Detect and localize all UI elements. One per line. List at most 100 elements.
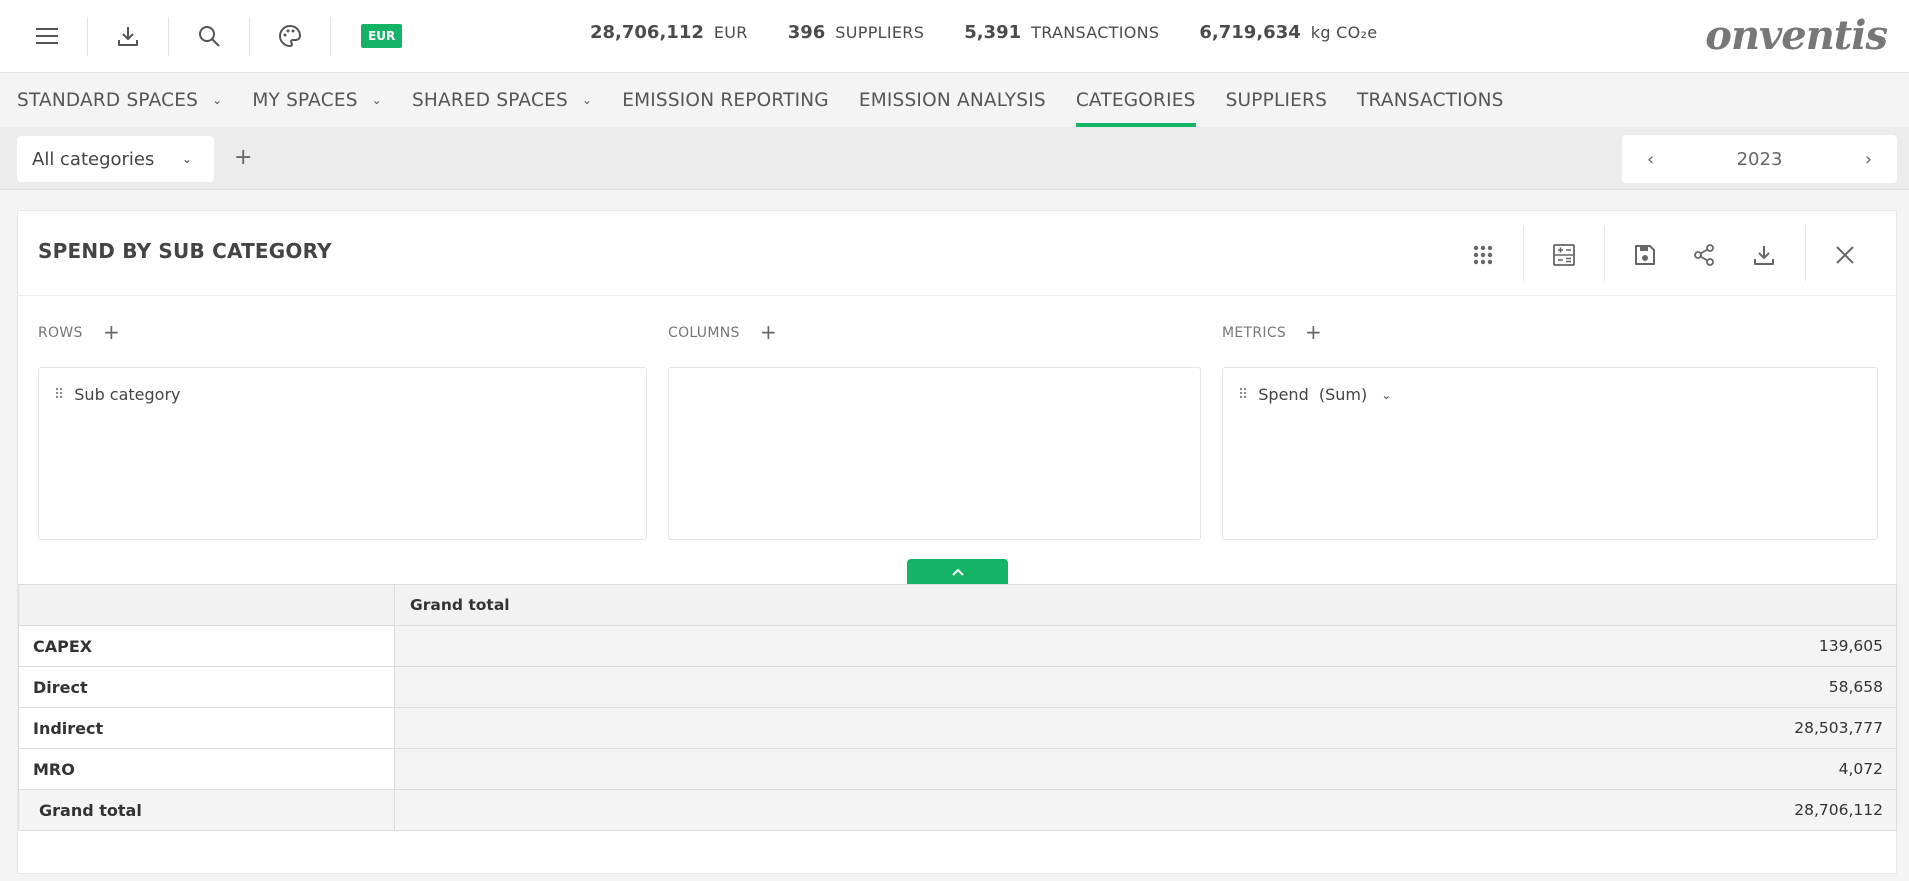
column-header-grand-total: Grand total [394, 584, 1897, 626]
divider [87, 17, 88, 56]
add-category-button[interactable]: + [234, 145, 252, 170]
stat-unit: TRANSACTIONS [1031, 23, 1160, 42]
nav-transactions[interactable]: TRANSACTIONS [1357, 73, 1504, 127]
grid-dots-icon[interactable] [1465, 237, 1501, 273]
chevron-down-icon: ⌄ [212, 93, 223, 107]
metrics-dropzone[interactable]: ⠿ Spend (Sum) ⌄ [1222, 367, 1878, 540]
table-row: Indirect 28,503,777 [18, 707, 1897, 749]
row-field-chip[interactable]: ⠿ Sub category [54, 385, 181, 404]
nav-suppliers[interactable]: SUPPLIERS [1226, 73, 1327, 127]
share-icon[interactable] [1686, 237, 1722, 273]
chevron-down-icon[interactable]: ⌄ [1381, 388, 1391, 402]
row-value: 139,605 [394, 625, 1897, 667]
pivot-panel: SPEND BY SUB CATEGORY ROWS + ⠿ Sub categ… [17, 210, 1897, 874]
row-label[interactable]: Direct [18, 666, 395, 708]
year-selector: ‹ 2023 › [1622, 135, 1897, 183]
stat-unit: kg CO₂e [1310, 23, 1378, 42]
nav-emission-analysis[interactable]: EMISSION ANALYSIS [859, 73, 1046, 127]
chevron-down-icon: ⌄ [581, 93, 593, 107]
divider [1604, 225, 1605, 281]
drag-handle-icon[interactable]: ⠿ [54, 387, 64, 403]
grand-total-value: 28,706,112 [394, 789, 1897, 831]
nav-label: SUPPLIERS [1225, 89, 1328, 111]
download-icon[interactable] [108, 16, 148, 56]
nav-standard-spaces[interactable]: STANDARD SPACES ⌄ [17, 73, 222, 127]
onventis-logo: onventis [1705, 12, 1888, 59]
grand-total-label: Grand total [18, 789, 395, 831]
chevron-down-icon: ⌄ [371, 93, 382, 107]
category-select[interactable]: All categories ⌄ [17, 136, 214, 182]
nav-emission-reporting[interactable]: EMISSION REPORTING [622, 73, 829, 127]
row-label[interactable]: CAPEX [18, 625, 395, 667]
add-row-button[interactable]: + [103, 320, 120, 344]
chip-label: Sub category [74, 385, 181, 404]
divider [1805, 225, 1806, 281]
chevron-down-icon: ⌄ [181, 152, 192, 166]
table-row: CAPEX 139,605 [18, 625, 1897, 667]
filter-bar: All categories ⌄ + ‹ 2023 › [0, 127, 1909, 190]
nav-label: MY SPACES [252, 89, 358, 111]
row-value: 4,072 [394, 748, 1897, 790]
stat-value: 5,391 [964, 22, 1022, 43]
summary-stats: 28,706,112 EUR 396 SUPPLIERS 5,391 TRANSACT… [590, 22, 1377, 43]
row-label[interactable]: MRO [18, 748, 395, 790]
divider [249, 17, 250, 56]
drag-handle-icon[interactable]: ⠿ [1238, 387, 1248, 403]
close-icon[interactable] [1827, 237, 1863, 273]
stat-value: 28,706,112 [590, 22, 704, 43]
stat-value: 396 [787, 22, 826, 43]
nav-label: TRANSACTIONS [1357, 89, 1504, 111]
chip-label: Spend (Sum) [1258, 385, 1368, 404]
currency-badge[interactable]: EUR [361, 24, 403, 48]
stat-unit: EUR [713, 23, 748, 42]
metric-field-chip[interactable]: ⠿ Spend (Sum) ⌄ [1238, 385, 1391, 404]
save-icon[interactable] [1627, 237, 1663, 273]
main-nav: STANDARD SPACES ⌄ MY SPACES ⌄ SHARED SPACE… [0, 73, 1909, 127]
calculator-icon[interactable] [1546, 237, 1582, 273]
row-value: 58,658 [394, 666, 1897, 708]
chevron-up-icon [951, 568, 964, 576]
nav-my-spaces[interactable]: MY SPACES ⌄ [252, 73, 382, 127]
collapse-config-button[interactable] [907, 559, 1008, 584]
corner-cell [18, 584, 395, 626]
palette-icon[interactable] [270, 16, 310, 56]
stat-unit: SUPPLIERS [835, 23, 925, 42]
nav-shared-spaces[interactable]: SHARED SPACES ⌄ [412, 73, 592, 127]
menu-icon[interactable] [27, 16, 67, 56]
add-column-button[interactable]: + [760, 320, 777, 344]
metrics-label: METRICS [1222, 325, 1287, 341]
row-value: 28,503,777 [394, 707, 1897, 749]
columns-label: COLUMNS [668, 325, 740, 341]
grand-total-row: Grand total 28,706,112 [18, 789, 1897, 831]
table-row: MRO 4,072 [18, 748, 1897, 790]
divider [18, 295, 1896, 296]
nav-label: SHARED SPACES [411, 89, 568, 111]
nav-label: CATEGORIES [1075, 89, 1196, 111]
pivot-table: Grand total CAPEX 139,605 Direct 58,658 … [18, 584, 1897, 831]
download-icon[interactable] [1746, 237, 1782, 273]
rows-dropzone[interactable]: ⠿ Sub category [38, 367, 647, 540]
search-icon[interactable] [189, 16, 229, 56]
nav-label: STANDARD SPACES [17, 89, 199, 111]
table-row: Direct 58,658 [18, 666, 1897, 708]
stat-transactions: 5,391 TRANSACTIONS [964, 22, 1159, 43]
add-metric-button[interactable]: + [1305, 320, 1322, 344]
top-bar: EUR 28,706,112 EUR 396 SUPPLIERS 5,391 TRAN… [0, 0, 1909, 73]
columns-dropzone[interactable] [668, 367, 1201, 540]
chevron-left-icon[interactable]: ‹ [1647, 149, 1654, 170]
row-label[interactable]: Indirect [18, 707, 395, 749]
stat-value: 6,719,634 [1199, 22, 1301, 43]
nav-categories[interactable]: CATEGORIES [1075, 73, 1196, 127]
panel-title: SPEND BY SUB CATEGORY [38, 239, 332, 263]
divider [168, 17, 169, 56]
stat-suppliers: 396 SUPPLIERS [788, 22, 924, 43]
year-value: 2023 [1736, 148, 1783, 170]
rows-label: ROWS [38, 325, 83, 341]
table-header-row: Grand total [18, 584, 1897, 626]
stat-emissions: 6,719,634 kg CO₂e [1199, 22, 1377, 43]
nav-label: EMISSION REPORTING [622, 89, 829, 111]
chevron-right-icon[interactable]: › [1865, 149, 1872, 170]
nav-label: EMISSION ANALYSIS [858, 89, 1046, 111]
stat-spend: 28,706,112 EUR [590, 22, 748, 43]
divider [1523, 225, 1524, 281]
